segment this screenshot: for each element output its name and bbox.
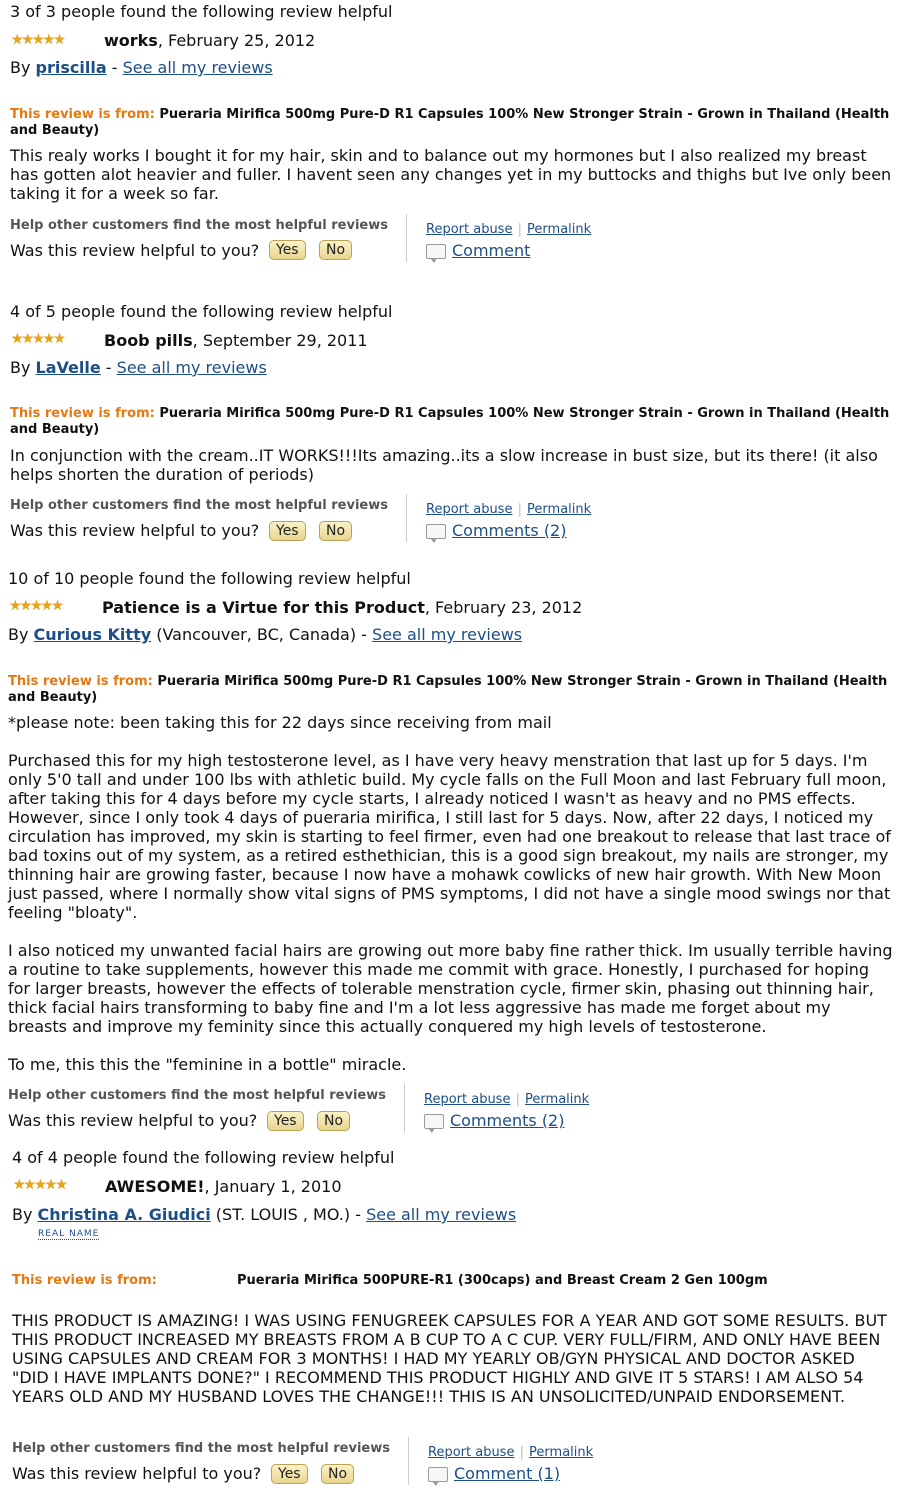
author-link[interactable]: LaVelle bbox=[36, 358, 101, 377]
review-title: Patience is a Virtue for this Product bbox=[102, 598, 425, 617]
review-heading: Patience is a Virtue for this Product, F… bbox=[102, 598, 582, 617]
help-heading: Help other customers find the most helpf… bbox=[10, 498, 388, 513]
review-date: , February 23, 2012 bbox=[424, 598, 583, 617]
review-body: In conjunction with the cream..IT WORKS!… bbox=[10, 446, 883, 484]
helpful-question: Was this review helpful to you? bbox=[10, 521, 260, 540]
divider bbox=[406, 214, 407, 262]
separator: | bbox=[519, 1445, 524, 1460]
separator: | bbox=[517, 222, 522, 237]
dash: - bbox=[106, 58, 123, 77]
no-button[interactable]: No bbox=[319, 521, 353, 541]
review-source: This review is from: Pueraria Mirifica 5… bbox=[10, 107, 890, 139]
review-byline: By LaVelle - See all my reviews bbox=[10, 358, 267, 377]
review-from-label: This review is from: bbox=[8, 674, 153, 689]
author-link[interactable]: Christina A. Giudici bbox=[38, 1205, 211, 1224]
dash: - bbox=[356, 625, 373, 644]
no-button[interactable]: No bbox=[319, 240, 353, 260]
star-rating-icon: ★★★★★ bbox=[11, 32, 66, 48]
helpful-count: 3 of 3 people found the following review… bbox=[10, 2, 393, 21]
review-body: THIS PRODUCT IS AMAZING! I WAS USING FEN… bbox=[12, 1311, 893, 1406]
no-button[interactable]: No bbox=[317, 1111, 351, 1131]
review-byline: By Curious Kitty (Vancouver, BC, Canada)… bbox=[8, 625, 522, 644]
report-abuse-link[interactable]: Report abuse bbox=[424, 1092, 510, 1107]
star-rating-icon: ★★★★★ bbox=[13, 1177, 68, 1193]
no-button[interactable]: No bbox=[321, 1464, 355, 1484]
permalink-link[interactable]: Permalink bbox=[527, 502, 591, 517]
review-actions: Report abuse | Permalink bbox=[426, 218, 591, 237]
review-heading: AWESOME!, January 1, 2010 bbox=[105, 1177, 342, 1196]
help-heading: Help other customers find the most helpf… bbox=[10, 218, 388, 233]
divider bbox=[408, 1437, 409, 1485]
comments-link[interactable]: Comment bbox=[452, 241, 530, 260]
see-all-reviews-link[interactable]: See all my reviews bbox=[117, 358, 267, 377]
review-source: This review is from: Pueraria Mirifica 5… bbox=[8, 674, 888, 706]
dash: - bbox=[350, 1205, 367, 1224]
permalink-link[interactable]: Permalink bbox=[529, 1445, 593, 1460]
divider bbox=[406, 494, 407, 542]
by-label: By bbox=[10, 358, 31, 377]
by-label: By bbox=[8, 625, 29, 644]
see-all-reviews-link[interactable]: See all my reviews bbox=[366, 1205, 516, 1224]
separator: | bbox=[515, 1092, 520, 1107]
helpful-count: 4 of 4 people found the following review… bbox=[12, 1148, 395, 1167]
author-link[interactable]: Curious Kitty bbox=[34, 625, 152, 644]
review-byline: By priscilla - See all my reviews bbox=[10, 58, 273, 77]
review-date: , January 1, 2010 bbox=[204, 1177, 342, 1196]
yes-button[interactable]: Yes bbox=[269, 240, 306, 260]
author-link[interactable]: priscilla bbox=[36, 58, 107, 77]
helpful-count: 4 of 5 people found the following review… bbox=[10, 302, 393, 321]
review-body: *please note: been taking this for 22 da… bbox=[8, 713, 893, 1074]
author-location: (Vancouver, BC, Canada) bbox=[151, 625, 357, 644]
comment-bubble-icon bbox=[426, 524, 446, 543]
report-abuse-link[interactable]: Report abuse bbox=[426, 222, 512, 237]
report-abuse-link[interactable]: Report abuse bbox=[426, 502, 512, 517]
report-abuse-link[interactable]: Report abuse bbox=[428, 1445, 514, 1460]
review-actions: Report abuse | Permalink bbox=[428, 1441, 593, 1460]
review-from-label: This review is from: bbox=[10, 107, 155, 122]
help-heading: Help other customers find the most helpf… bbox=[12, 1441, 390, 1456]
review-from-label: This review is from: bbox=[12, 1273, 157, 1288]
review-title: AWESOME! bbox=[105, 1177, 205, 1196]
divider bbox=[404, 1084, 405, 1132]
yes-button[interactable]: Yes bbox=[271, 1464, 308, 1484]
helpful-question: Was this review helpful to you? bbox=[10, 241, 260, 260]
comment-bubble-icon bbox=[426, 244, 446, 263]
comment-bubble-icon bbox=[424, 1114, 444, 1133]
star-rating-icon: ★★★★★ bbox=[9, 598, 64, 614]
dash: - bbox=[100, 358, 117, 377]
review-date: , September 29, 2011 bbox=[192, 331, 368, 350]
comment-bubble-icon bbox=[428, 1467, 448, 1486]
real-name-badge[interactable]: REAL NAME bbox=[38, 1229, 100, 1240]
helpful-question: Was this review helpful to you? bbox=[12, 1464, 262, 1483]
by-label: By bbox=[10, 58, 31, 77]
permalink-link[interactable]: Permalink bbox=[525, 1092, 589, 1107]
comments-link[interactable]: Comment (1) bbox=[454, 1464, 560, 1483]
review-heading: Boob pills, September 29, 2011 bbox=[104, 331, 368, 350]
author-location: (ST. LOUIS , MO.) bbox=[210, 1205, 351, 1224]
separator: | bbox=[517, 502, 522, 517]
review-title: Boob pills bbox=[104, 331, 193, 350]
review-source: This review is from: Pueraria Mirifica 5… bbox=[10, 406, 890, 438]
review-byline: By Christina A. Giudici (ST. LOUIS , MO.… bbox=[12, 1205, 516, 1224]
yes-button[interactable]: Yes bbox=[267, 1111, 304, 1131]
helpful-count: 10 of 10 people found the following revi… bbox=[8, 569, 411, 588]
helpful-question: Was this review helpful to you? bbox=[8, 1111, 258, 1130]
review-date: , February 25, 2012 bbox=[157, 31, 316, 50]
see-all-reviews-link[interactable]: See all my reviews bbox=[123, 58, 273, 77]
review-body: This realy works I bought it for my hair… bbox=[10, 146, 897, 203]
by-label: By bbox=[12, 1205, 33, 1224]
star-rating-icon: ★★★★★ bbox=[11, 331, 66, 347]
help-heading: Help other customers find the most helpf… bbox=[8, 1088, 386, 1103]
review-actions: Report abuse | Permalink bbox=[424, 1088, 589, 1107]
review-title: works bbox=[104, 31, 158, 50]
comments-link[interactable]: Comments (2) bbox=[452, 521, 566, 540]
review-heading: works, February 25, 2012 bbox=[104, 31, 315, 50]
yes-button[interactable]: Yes bbox=[269, 521, 306, 541]
review-actions: Report abuse | Permalink bbox=[426, 498, 591, 517]
see-all-reviews-link[interactable]: See all my reviews bbox=[372, 625, 522, 644]
product-name: Pueraria Mirifica 500PURE-R1 (300caps) a… bbox=[237, 1273, 768, 1288]
review-from-label: This review is from: bbox=[10, 406, 155, 421]
comments-link[interactable]: Comments (2) bbox=[450, 1111, 564, 1130]
permalink-link[interactable]: Permalink bbox=[527, 222, 591, 237]
